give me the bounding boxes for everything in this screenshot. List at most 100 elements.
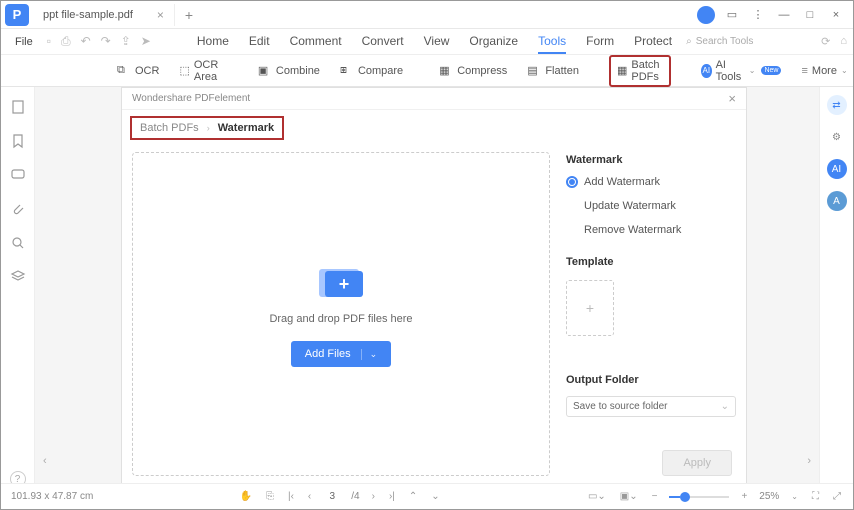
- option-add-watermark[interactable]: Add Watermark: [566, 174, 736, 190]
- main-menu: Home Edit Comment Convert View Organize …: [197, 30, 672, 54]
- assistant-icon[interactable]: A: [827, 191, 847, 211]
- send-icon[interactable]: ➤: [141, 34, 151, 49]
- apply-button[interactable]: Apply: [662, 450, 732, 476]
- prev-page-arrow[interactable]: ‹: [43, 455, 47, 467]
- breadcrumb: Batch PDFs › Watermark: [130, 116, 284, 140]
- view-mode-2-icon[interactable]: ▣⌄: [618, 491, 640, 502]
- search-tools[interactable]: ⌕ Search Tools: [686, 36, 753, 47]
- combine-button[interactable]: ▣Combine: [252, 61, 326, 81]
- view-controls: ▭⌄ ▣⌄ − + 25% ⌄ ⛶ ⤢: [586, 491, 843, 502]
- maximize-button[interactable]: □: [801, 6, 819, 24]
- option-remove-watermark[interactable]: Remove Watermark: [566, 222, 736, 238]
- ai-rail-icon[interactable]: AI: [827, 159, 847, 179]
- attachment-icon[interactable]: [10, 201, 26, 217]
- breadcrumb-current: Watermark: [218, 122, 274, 134]
- ocr-area-icon: ⬚: [179, 64, 189, 78]
- view-mode-1-icon[interactable]: ▭⌄: [586, 491, 608, 502]
- menu-home[interactable]: Home: [197, 30, 229, 54]
- page-number-input[interactable]: [323, 491, 341, 502]
- compare-button[interactable]: ⧆Compare: [334, 61, 409, 81]
- undo-icon[interactable]: ↶: [81, 34, 91, 49]
- new-badge: New: [761, 66, 781, 75]
- option-update-watermark[interactable]: Update Watermark: [566, 198, 736, 214]
- add-template-button[interactable]: +: [566, 280, 614, 336]
- settings-rail-icon[interactable]: ⚙: [827, 127, 847, 147]
- add-files-button[interactable]: Add Files ⌄: [291, 341, 391, 367]
- scroll-up-icon[interactable]: ⌃: [407, 491, 419, 502]
- ai-tools-button[interactable]: AIAI Tools⌄New: [695, 56, 787, 86]
- file-dropzone[interactable]: + Drag and drop PDF files here Add Files…: [132, 152, 550, 476]
- new-tab-button[interactable]: +: [175, 3, 203, 27]
- batch-pdfs-button[interactable]: ▦Batch PDFs: [609, 55, 671, 87]
- combine-icon: ▣: [258, 64, 272, 78]
- canvas: Wondershare PDFelement × Batch PDFs › Wa…: [35, 87, 819, 497]
- next-page-arrow[interactable]: ›: [807, 455, 811, 467]
- home-icon[interactable]: ⌂: [840, 35, 847, 48]
- ocr-button[interactable]: ⧉OCR: [111, 61, 165, 81]
- compress-button[interactable]: ▦Compress: [433, 61, 513, 81]
- output-section-title: Output Folder: [566, 374, 736, 386]
- menu-edit[interactable]: Edit: [249, 30, 270, 54]
- save-icon[interactable]: ▫: [47, 34, 51, 49]
- dropzone-text: Drag and drop PDF files here: [269, 313, 412, 325]
- hand-tool-icon[interactable]: ✋: [238, 491, 254, 502]
- first-page-icon[interactable]: |‹: [286, 491, 296, 502]
- menu-organize[interactable]: Organize: [469, 30, 518, 54]
- prev-page-icon[interactable]: ‹: [306, 491, 313, 502]
- fit-width-icon[interactable]: ⛶: [810, 491, 821, 502]
- more-button[interactable]: ≡More⌄: [795, 62, 853, 80]
- refresh-icon[interactable]: ⟳: [821, 35, 830, 48]
- output-folder-select[interactable]: Save to source folder ⌄: [566, 396, 736, 417]
- file-menu[interactable]: File: [7, 36, 41, 48]
- menu-convert[interactable]: Convert: [362, 30, 404, 54]
- breadcrumb-root[interactable]: Batch PDFs: [140, 122, 199, 134]
- search-icon: ⌕: [686, 36, 692, 47]
- menu-comment[interactable]: Comment: [290, 30, 342, 54]
- menu-protect[interactable]: Protect: [634, 30, 672, 54]
- panel-close-icon[interactable]: ×: [728, 91, 736, 106]
- page-icon[interactable]: [10, 99, 26, 115]
- menu-tools[interactable]: Tools: [538, 30, 566, 54]
- zoom-dropdown-icon[interactable]: ⌄: [789, 492, 800, 501]
- next-page-icon[interactable]: ›: [370, 491, 377, 502]
- select-tool-icon[interactable]: ⎘: [264, 491, 276, 502]
- titlebar: P ppt file-sample.pdf × + ▭ ⋮ — □ ×: [1, 1, 853, 29]
- share-icon[interactable]: ▭: [723, 6, 741, 24]
- search-sidebar-icon[interactable]: [10, 235, 26, 251]
- panel-title: Wondershare PDFelement: [132, 93, 250, 104]
- print-icon[interactable]: ⎙: [61, 34, 71, 49]
- chevron-down-icon: ⌄: [361, 349, 378, 360]
- zoom-out-icon[interactable]: −: [650, 491, 660, 502]
- upload-icon[interactable]: ⇪: [121, 34, 131, 49]
- tools-toolbar: ⧉OCR ⬚OCR Area ▣Combine ⧆Compare ▦Compre…: [1, 55, 853, 87]
- redo-icon[interactable]: ↷: [101, 34, 111, 49]
- page-dimensions: 101.93 x 47.87 cm: [11, 491, 93, 502]
- template-section-title: Template: [566, 256, 736, 268]
- translate-icon[interactable]: ⇄: [827, 95, 847, 115]
- user-avatar[interactable]: [697, 6, 715, 24]
- scroll-down-icon[interactable]: ⌄: [429, 491, 441, 502]
- bookmark-icon[interactable]: [10, 133, 26, 149]
- last-page-icon[interactable]: ›|: [387, 491, 397, 502]
- menu-view[interactable]: View: [424, 30, 450, 54]
- watermark-section-title: Watermark: [566, 154, 736, 166]
- flatten-icon: ▤: [527, 64, 541, 78]
- layers-icon[interactable]: [10, 269, 26, 285]
- right-sidebar: ⇄ ⚙ AI A: [819, 87, 853, 497]
- compress-icon: ▦: [439, 64, 453, 78]
- ocr-area-button[interactable]: ⬚OCR Area: [173, 56, 227, 86]
- document-tab[interactable]: ppt file-sample.pdf ×: [33, 4, 175, 26]
- menu-form[interactable]: Form: [586, 30, 614, 54]
- fullscreen-icon[interactable]: ⤢: [831, 491, 843, 502]
- batch-panel: Wondershare PDFelement × Batch PDFs › Wa…: [121, 87, 747, 487]
- close-window-button[interactable]: ×: [827, 6, 845, 24]
- tab-close-icon[interactable]: ×: [157, 8, 164, 22]
- chevron-right-icon: ›: [207, 123, 210, 133]
- minimize-button[interactable]: —: [775, 6, 793, 24]
- options-column: Watermark Add Watermark Update Watermark…: [566, 152, 736, 476]
- comment-icon[interactable]: [10, 167, 26, 183]
- zoom-slider[interactable]: [669, 496, 729, 498]
- zoom-in-icon[interactable]: +: [739, 491, 749, 502]
- kebab-menu-icon[interactable]: ⋮: [749, 6, 767, 24]
- flatten-button[interactable]: ▤Flatten: [521, 61, 585, 81]
